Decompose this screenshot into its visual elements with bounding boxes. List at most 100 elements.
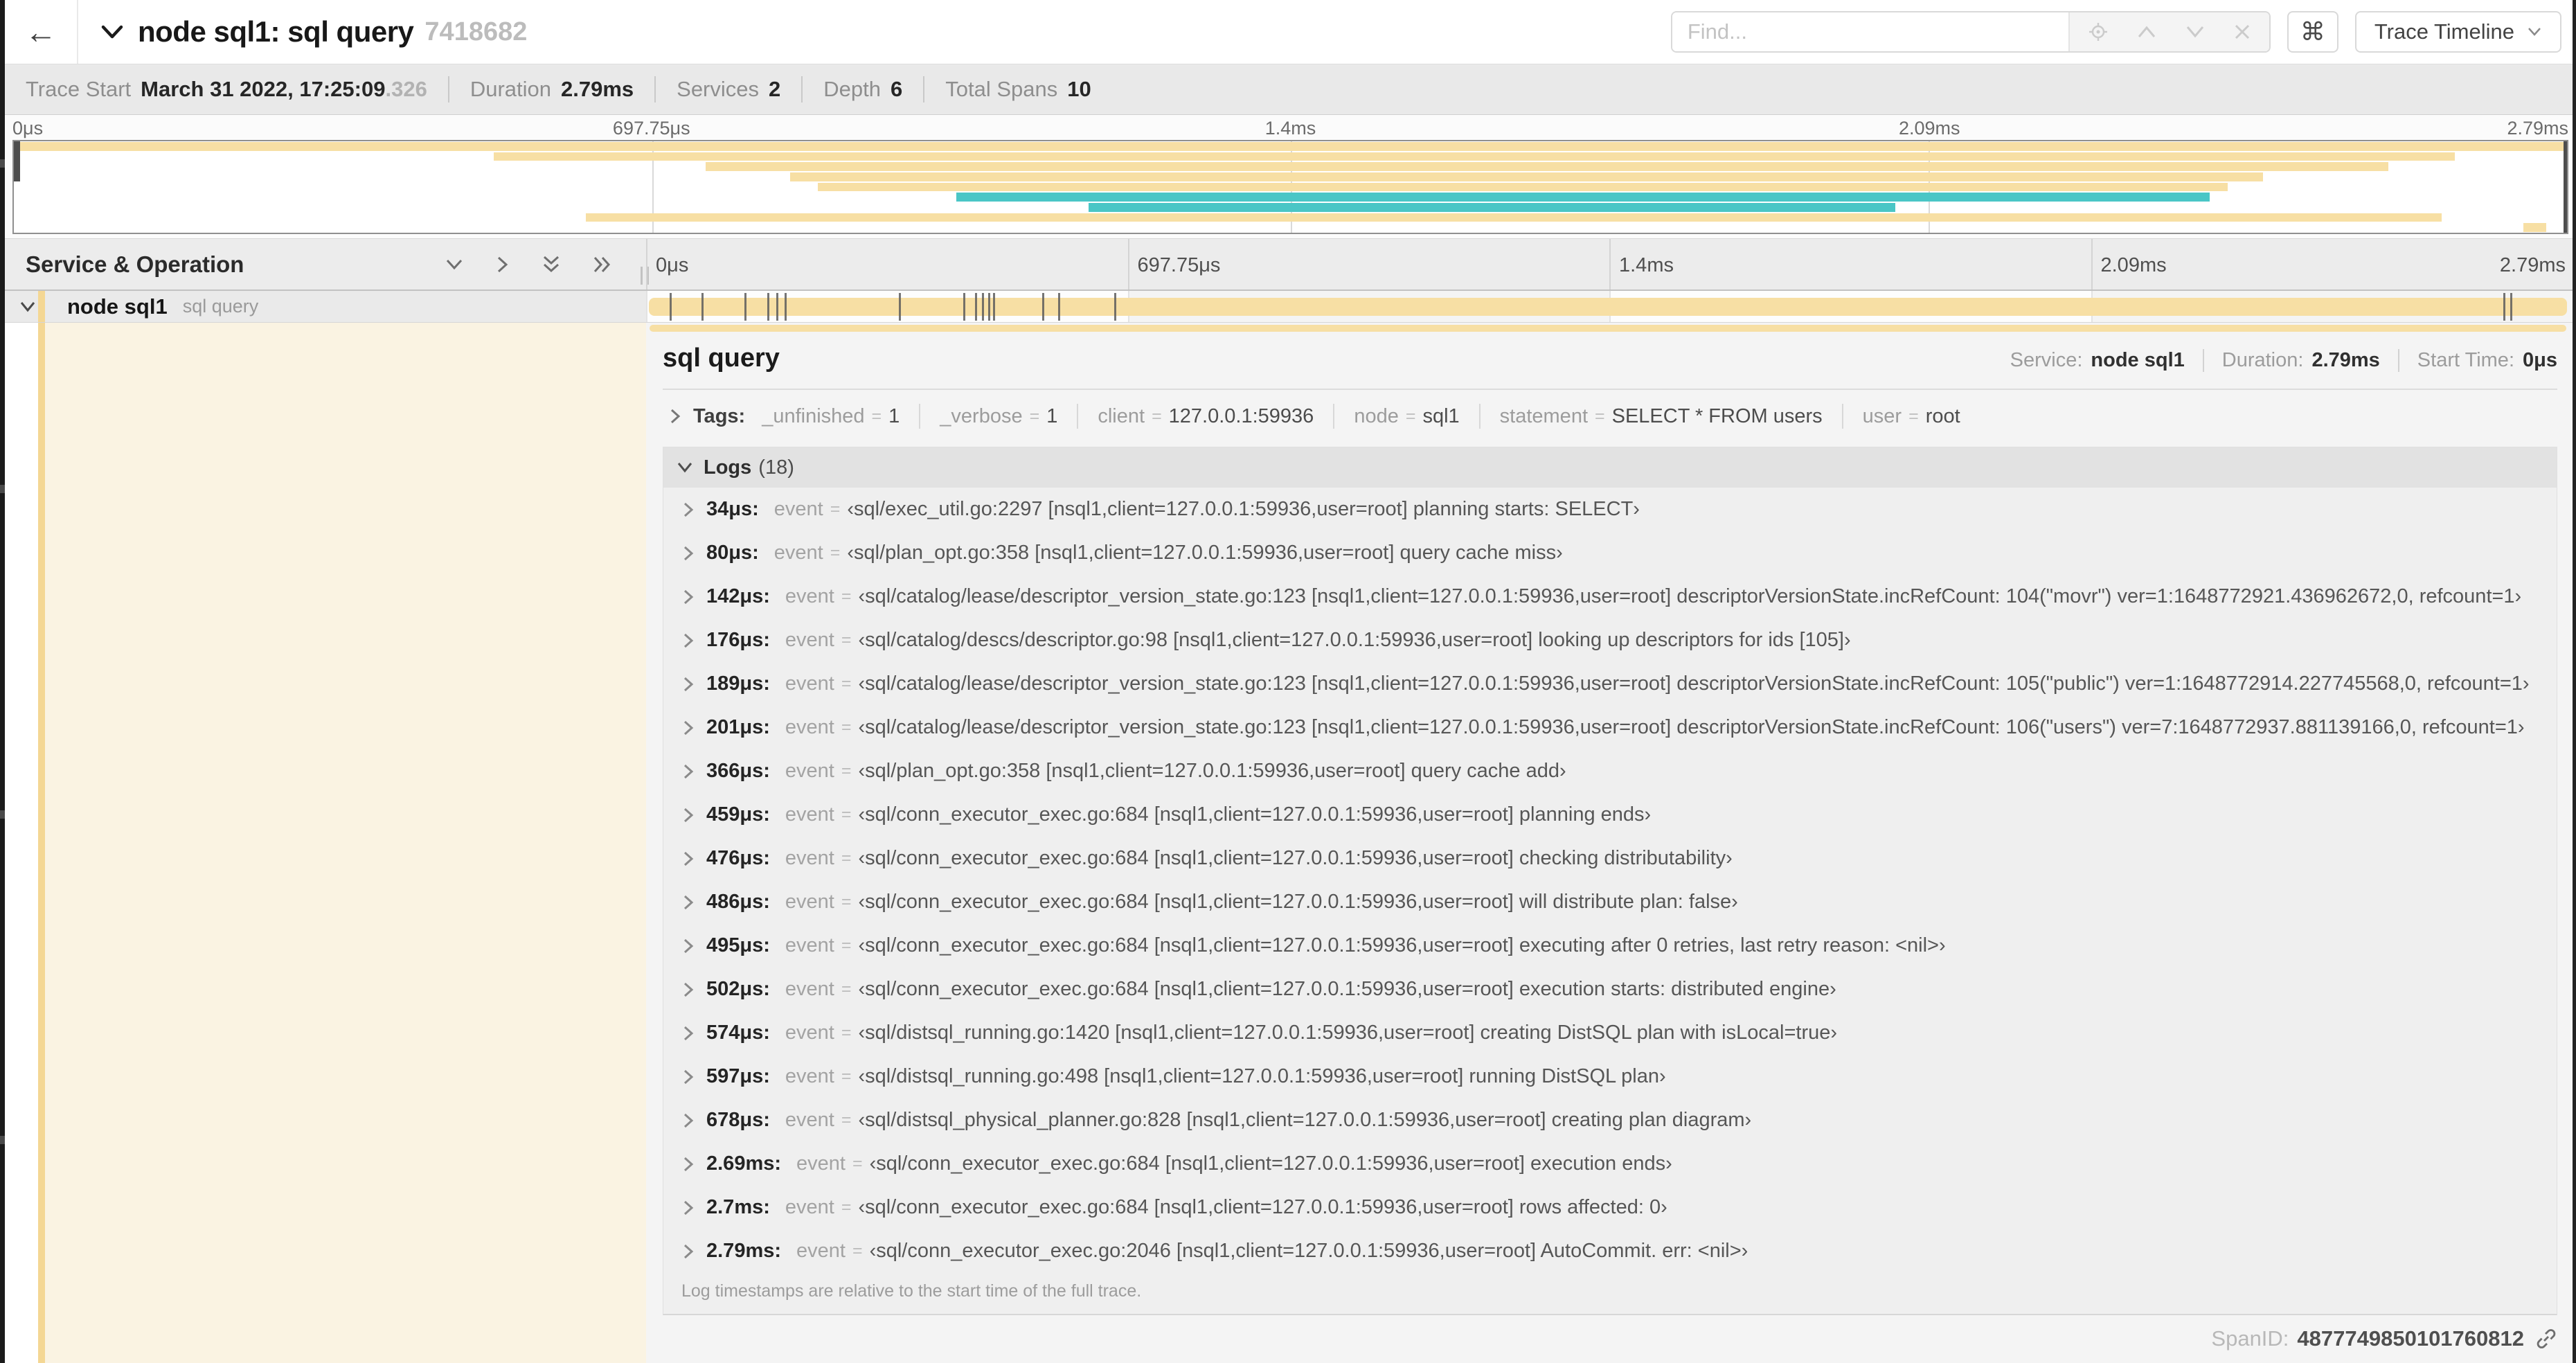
minimap-canvas[interactable] [12,140,2568,234]
logs-header[interactable]: Logs (18) [663,447,2557,488]
expand-one-icon[interactable] [495,254,510,275]
log-timestamp: 502μs: [706,978,770,1000]
deep-link-icon[interactable] [2535,1328,2557,1350]
viewport-drag-handle-left[interactable] [14,141,20,181]
log-row[interactable]: 201μs: event = ‹sql/catalog/lease/descripto… [663,706,2557,749]
timeline-column: 0μs [646,239,1128,289]
log-equals: = [841,892,852,911]
log-row[interactable]: 366μs: event = ‹sql/plan_opt.go:358 [nsql1,… [663,749,2557,793]
tag-item[interactable]: user = root [1841,404,1980,429]
span-detail-meta: Service: node sql1 Duration: 2.79ms Start Ti… [1992,349,2557,372]
focus-target-icon[interactable] [2088,21,2109,42]
stat-item: Depth 6 [801,76,923,103]
tag-equals: = [871,406,882,426]
log-timestamp: 678μs: [706,1109,770,1131]
log-event-mark [974,293,977,321]
span-duration-bar[interactable] [649,298,2567,316]
tag-item[interactable]: node = sql1 [1333,404,1478,429]
find-input[interactable] [1672,12,2068,51]
log-timestamp: 476μs: [706,847,770,869]
trace-id-short: 7418682 [424,17,528,46]
log-row[interactable]: 176μs: event = ‹sql/catalog/descs/descripto… [663,618,2557,662]
log-equals: = [852,1241,863,1260]
log-row[interactable]: 486μs: event = ‹sql/conn_executor_exec.go:6… [663,880,2557,924]
log-message: ‹sql/distsql_running.go:1420 [nsql1,clie… [858,1022,1838,1044]
logs-title: Logs [704,456,752,479]
tag-value: sql1 [1422,404,1460,427]
minimap-tick-label: 2.09ms [1898,118,1960,139]
minimap-tick-label: 2.79ms [2507,118,2568,139]
log-event-mark [1058,293,1061,321]
top-bar: ← node sql1: sql query 7418682 ⌘ Trace T… [5,0,2573,64]
tag-item[interactable]: _verbose = 1 [919,404,1077,429]
log-message: ‹sql/conn_executor_exec.go:684 [nsql1,cl… [858,891,1738,913]
log-timestamp: 80μs: [706,542,759,564]
minimap-tick-label: 1.4ms [1264,118,1316,139]
detail-meta-label: Duration: [2221,349,2304,371]
collapse-header-chevron-icon[interactable] [100,23,124,41]
logs-collapse-chevron-icon [676,461,694,474]
log-row[interactable]: 34μs: event = ‹sql/exec_util.go:2297 [nsql1… [663,488,2557,531]
log-event-mark [776,293,779,321]
log-row[interactable]: 502μs: event = ‹sql/conn_executor_exec.go:6… [663,968,2557,1011]
log-expand-chevron-icon [681,675,695,693]
span-row-timeline-cell[interactable] [646,291,2573,322]
tag-item[interactable]: statement = SELECT * FROM users [1478,404,1842,429]
minimap-span-row [14,213,2567,223]
stat-value: 10 [1067,77,1091,101]
log-expand-chevron-icon [681,1155,695,1173]
detail-meta-value: 0μs [2523,349,2557,371]
log-field-key: event [773,542,823,564]
expand-all-icon[interactable] [592,254,613,275]
log-message: ‹sql/conn_executor_exec.go:2046 [nsql1,c… [869,1240,1748,1262]
timeline-column: 1.4ms [1609,239,2091,289]
minimap-span-row [14,222,2567,233]
log-timestamp: 2.7ms: [706,1196,770,1218]
log-row[interactable]: 574μs: event = ‹sql/distsql_running.go:1420… [663,1011,2557,1055]
span-detail-title: sql query [663,344,780,373]
timeline-ticks-header: 0μs 697.75μs 1.4ms 2.09ms 2.79ms [646,239,2573,289]
expanded-span-highlight [45,323,646,1363]
log-row[interactable]: 459μs: event = ‹sql/conn_executor_exec.go:6… [663,793,2557,837]
detail-meta-item: Service: node sql1 [1992,349,2203,372]
log-row[interactable]: 495μs: event = ‹sql/conn_executor_exec.go:6… [663,924,2557,968]
collapse-one-icon[interactable] [444,257,465,272]
log-row[interactable]: 142μs: event = ‹sql/catalog/lease/descripto… [663,575,2557,618]
trace-title-wrap: node sql1: sql query 7418682 [78,15,527,48]
logs-note: Log timestamps are relative to the start… [681,1281,1142,1301]
log-row[interactable]: 597μs: event = ‹sql/distsql_running.go:498 … [663,1055,2557,1098]
log-row[interactable]: 678μs: event = ‹sql/distsql_physical_planne… [663,1098,2557,1142]
log-row[interactable]: 80μs: event = ‹sql/plan_opt.go:358 [nsql1,c… [663,531,2557,575]
tag-item[interactable]: client = 127.0.0.1:59936 [1077,404,1333,429]
span-collapse-chevron-icon[interactable] [19,300,37,314]
back-button[interactable]: ← [5,0,78,64]
log-expand-chevron-icon [681,501,695,519]
log-row[interactable]: 2.69ms: event = ‹sql/conn_executor_exec.go:… [663,1142,2557,1186]
timeline-tick-label: 2.79ms [2499,254,2566,276]
minimap-span-bar [585,213,2442,222]
tag-item[interactable]: _unfinished = 1 [752,404,919,429]
stat-value: 2.79ms [561,77,634,101]
log-row[interactable]: 189μs: event = ‹sql/catalog/lease/descripto… [663,662,2557,706]
log-expand-chevron-icon [681,1199,695,1217]
log-row[interactable]: 476μs: event = ‹sql/conn_executor_exec.go:6… [663,837,2557,880]
keyboard-shortcuts-button[interactable]: ⌘ [2287,11,2338,53]
tag-key: node [1354,404,1399,427]
timeline-tick-label: 2.09ms [2100,254,2167,276]
log-field-key: event [773,498,823,520]
viewport-drag-handle-right[interactable] [2564,141,2567,233]
span-row-name-cell[interactable]: node sql1 sql query [5,291,646,322]
log-event-mark [1114,293,1117,321]
find-next-icon[interactable] [2185,24,2206,39]
collapse-all-icon[interactable] [541,254,562,275]
log-row[interactable]: 2.7ms: event = ‹sql/conn_executor_exec.go:6… [663,1186,2557,1229]
view-select-button[interactable]: Trace Timeline [2354,11,2561,53]
minimap-span-row [14,152,2567,162]
log-row[interactable]: 2.79ms: event = ‹sql/conn_executor_exec.go:… [663,1229,2557,1273]
find-prev-icon[interactable] [2136,24,2157,39]
find-clear-icon[interactable] [2233,23,2251,41]
logs-block: Logs (18) 34μs: event = ‹sql/exec_util.go:2… [663,447,2557,1315]
timeline-column-header: Service & Operation 0μs 697.75μs 1.4ms 2.09… [5,238,2573,291]
tags-row[interactable]: Tags: _unfinished = 1 _verbose = 1 client = 127.… [663,404,2557,429]
service-operation-header: Service & Operation [5,239,649,289]
